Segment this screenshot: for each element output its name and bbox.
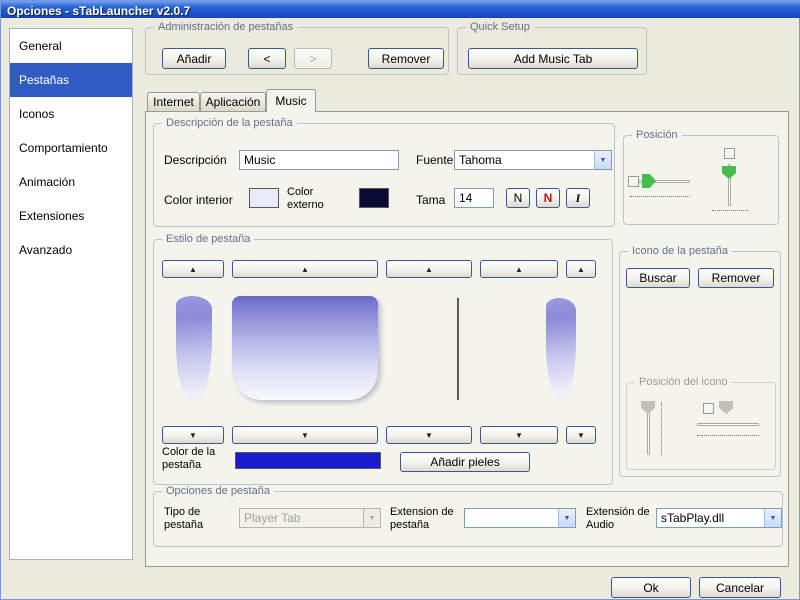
inner-color-label: Color interior — [164, 193, 233, 207]
icon-vertical-ticks — [661, 403, 662, 455]
tab-type-combo: Player Tab — [239, 508, 381, 528]
window-titlebar: Opciones - sTabLauncher v2.0.7 — [1, 1, 800, 18]
options-group: Opciones de pestaña Tipo de pestaña Play… — [153, 485, 783, 547]
font-label: Fuente — [416, 153, 454, 167]
font-combo[interactable]: Tahoma — [454, 150, 612, 170]
remove-tab-button[interactable]: Remover — [368, 48, 444, 69]
audio-extension-combo[interactable]: sTabPlay.dll — [656, 508, 782, 528]
icon-group: Icono de la pestaña Buscar Remover Posic… — [619, 245, 781, 477]
bold-button[interactable]: N — [506, 188, 530, 208]
dropdown-arrow-icon[interactable] — [594, 151, 611, 169]
description-input[interactable] — [239, 150, 399, 170]
icon-horizontal-end-box — [703, 403, 714, 414]
quick-setup-group-title: Quick Setup — [466, 21, 534, 33]
sidebar-item-extensiones[interactable]: Extensiones — [10, 199, 132, 233]
icon-horizontal-thumb — [719, 401, 733, 414]
sidebar-item-comportamiento[interactable]: Comportamiento — [10, 131, 132, 165]
prev-tab-button[interactable]: < — [248, 48, 286, 69]
icon-position-group-title: Posición del icono — [635, 376, 732, 388]
add-skins-button[interactable]: Añadir pieles — [400, 452, 530, 472]
skin-up-button-3[interactable]: ▲ — [386, 260, 472, 278]
tab-admin-group-title: Administración de pestañas — [154, 21, 298, 33]
dropdown-arrow-icon — [363, 509, 380, 527]
horizontal-position-end-box — [628, 176, 639, 187]
icon-group-title: Icono de la pestaña — [628, 245, 733, 257]
tab-color-label: Color de la pestaña — [162, 446, 216, 471]
dropdown-arrow-icon[interactable] — [764, 509, 781, 527]
sidebar-item-iconos[interactable]: Iconos — [10, 97, 132, 131]
tab-color-swatch[interactable] — [235, 452, 381, 469]
ok-button[interactable]: Ok — [611, 577, 691, 598]
window-title: Opciones - sTabLauncher v2.0.7 — [7, 4, 191, 18]
horizontal-position-ticks — [630, 196, 690, 197]
tab-internet[interactable]: Internet — [147, 92, 200, 111]
tab-extension-label: Extension de pestaña — [390, 506, 454, 531]
description-group: Descripción de la pestaña Descripción Fu… — [153, 117, 615, 227]
horizontal-position-thumb[interactable] — [642, 174, 656, 188]
skin-up-button-4[interactable]: ▲ — [480, 260, 558, 278]
style-group: Estilo de pestaña ▲ ▲ ▲ ▲ ▲ ▼ ▼ ▼ ▼ ▼ Co… — [153, 233, 613, 485]
skin-preview-2 — [232, 296, 378, 400]
audio-extension-combo-value: sTabPlay.dll — [661, 511, 725, 525]
bold-red-button[interactable]: N — [536, 188, 560, 208]
cancel-button[interactable]: Cancelar — [699, 577, 781, 598]
tab-extension-combo-value — [465, 509, 558, 527]
skin-up-button-2[interactable]: ▲ — [232, 260, 378, 278]
size-label: Tama — [416, 193, 446, 207]
position-group-title: Posición — [632, 129, 682, 141]
outer-color-label: Color externo — [287, 186, 324, 211]
tab-type-label: Tipo de pestaña — [164, 506, 204, 531]
skin-preview-3 — [457, 298, 459, 400]
tab-extension-combo[interactable] — [464, 508, 576, 528]
next-tab-button[interactable]: > — [294, 48, 332, 69]
sidebar-item-avanzado[interactable]: Avanzado — [10, 233, 132, 267]
tab-music[interactable]: Music — [266, 89, 316, 112]
vertical-position-end-box — [724, 148, 735, 159]
dropdown-arrow-icon[interactable] — [558, 509, 575, 527]
size-input[interactable] — [454, 188, 494, 208]
position-group: Posición — [623, 129, 779, 225]
icon-vertical-thumb — [641, 401, 655, 414]
remove-icon-button[interactable]: Remover — [698, 268, 774, 288]
browse-icon-button[interactable]: Buscar — [626, 268, 690, 288]
horizontal-position-groove — [630, 180, 690, 183]
skin-preview-4 — [546, 298, 576, 402]
sidebar-item-general[interactable]: General — [10, 29, 132, 63]
add-tab-button[interactable]: Añadir — [162, 48, 226, 69]
tab-admin-group: Administración de pestañas Añadir < > Re… — [145, 21, 449, 75]
audio-extension-label: Extensión de Audio — [586, 506, 650, 531]
skin-up-button-5[interactable]: ▲ — [566, 260, 596, 278]
tab-aplicacion[interactable]: Aplicación — [200, 92, 266, 111]
skin-down-button-5[interactable]: ▼ — [566, 426, 596, 444]
quick-setup-group: Quick Setup Add Music Tab — [457, 21, 647, 75]
italic-button[interactable]: I — [566, 188, 590, 208]
add-music-tab-button[interactable]: Add Music Tab — [468, 48, 638, 69]
skin-down-button-1[interactable]: ▼ — [162, 426, 224, 444]
vertical-position-ticks — [712, 210, 748, 211]
vertical-position-thumb[interactable] — [722, 166, 736, 179]
tab-type-combo-value: Player Tab — [244, 511, 301, 525]
skin-down-button-3[interactable]: ▼ — [386, 426, 472, 444]
sidebar-item-animacion[interactable]: Animación — [10, 165, 132, 199]
icon-position-group: Posición del icono — [626, 376, 776, 470]
description-label: Descripción — [164, 153, 227, 167]
sidebar-item-pestanas[interactable]: Pestañas — [10, 63, 132, 97]
sidebar: General Pestañas Iconos Comportamiento A… — [9, 28, 133, 560]
skin-up-button-1[interactable]: ▲ — [162, 260, 224, 278]
options-group-title: Opciones de pestaña — [162, 485, 274, 497]
icon-horizontal-groove — [697, 423, 759, 426]
icon-horizontal-ticks — [697, 435, 759, 436]
font-combo-value: Tahoma — [459, 153, 502, 167]
skin-down-button-2[interactable]: ▼ — [232, 426, 378, 444]
skin-down-button-4[interactable]: ▼ — [480, 426, 558, 444]
skin-preview-1 — [176, 296, 212, 404]
inner-color-swatch[interactable] — [249, 188, 279, 208]
style-group-title: Estilo de pestaña — [162, 233, 255, 245]
description-group-title: Descripción de la pestaña — [162, 117, 297, 129]
outer-color-swatch[interactable] — [359, 188, 389, 208]
